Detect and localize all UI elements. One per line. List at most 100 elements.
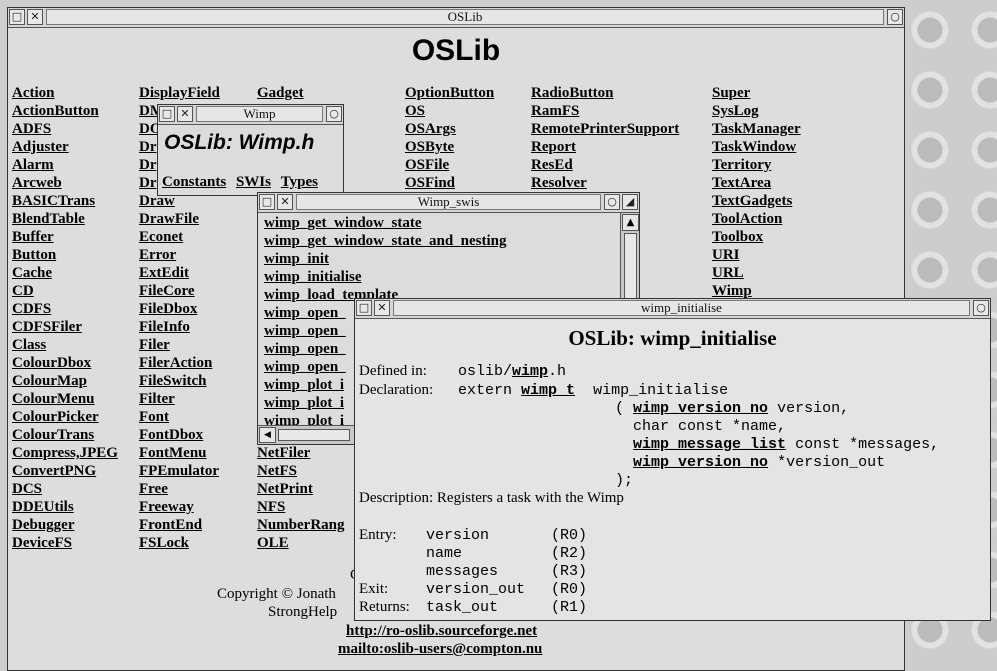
index-link[interactable]: NFS [257,499,285,515]
index-link[interactable]: OSFind [405,175,455,191]
index-link[interactable]: ConvertPNG [12,463,96,479]
index-link[interactable]: Alarm [12,157,54,173]
index-link[interactable]: DDEUtils [12,499,74,515]
index-link[interactable]: OSByte [405,139,454,155]
back-icon[interactable]: □ [159,106,175,122]
index-link[interactable]: OSArgs [405,121,456,137]
wimp-swis-titlebar[interactable]: □ ✕ Wimp_swis ○ ◢ [258,193,639,213]
oslib-titlebar[interactable]: □ ✕ OSLib ○ [8,8,904,28]
index-link[interactable]: wimp_open_ [264,323,346,339]
index-link[interactable]: FileInfo [139,319,190,335]
index-link[interactable]: BlendTable [12,211,85,227]
index-link[interactable]: ToolAction [712,211,782,227]
index-link[interactable]: TextGadgets [712,193,792,209]
wimp-initialise-titlebar[interactable]: □ ✕ wimp_initialise ○ [355,299,990,319]
index-link[interactable]: URI [712,247,740,263]
index-link[interactable]: Freeway [139,499,194,515]
index-link[interactable]: Dr [139,139,157,155]
index-link[interactable]: CDFS [12,301,51,317]
index-link[interactable]: OLE [257,535,289,551]
index-link[interactable]: FSLock [139,535,189,551]
index-link[interactable]: Filer [139,337,170,353]
index-link[interactable]: DeviceFS [12,535,72,551]
index-link[interactable]: NetFS [257,463,297,479]
toggle-size-icon[interactable]: ○ [604,194,620,210]
index-link[interactable]: TextArea [712,175,771,191]
index-link[interactable]: ActionButton [12,103,99,119]
index-link[interactable]: wimp_open_ [264,359,346,375]
index-link[interactable]: FrontEnd [139,517,202,533]
index-link[interactable]: ColourPicker [12,409,99,425]
index-link[interactable]: BASICTrans [12,193,95,209]
index-link[interactable]: OS [405,103,425,119]
index-link[interactable]: Filter [139,391,175,407]
index-link[interactable]: OptionButton [405,85,494,101]
index-link[interactable]: wimp_plot_i [264,395,344,411]
index-link[interactable]: ColourMap [12,373,87,389]
scroll-left-icon[interactable]: ◀ [259,427,276,443]
index-link[interactable]: Free [139,481,168,497]
index-link[interactable]: wimp_initialise [264,269,362,285]
index-link[interactable]: Wimp [712,283,752,299]
constants-link[interactable]: Constants [162,174,226,190]
wimp-message-list-link[interactable]: wimp_message_list [633,436,786,453]
index-link[interactable]: URL [712,265,744,281]
index-link[interactable]: TaskManager [712,121,801,137]
back-icon[interactable]: □ [259,194,275,210]
index-link[interactable]: TaskWindow [712,139,796,155]
index-link[interactable]: Arcweb [12,175,62,191]
index-link[interactable]: NetFiler [257,445,310,461]
scroll-thumb[interactable] [624,233,637,305]
index-link[interactable]: Dr [139,175,157,191]
wimp-version-no-link-2[interactable]: wimp_version_no [633,454,768,471]
index-link[interactable]: Dr [139,157,157,173]
index-link[interactable]: FontDbox [139,427,203,443]
index-link[interactable]: wimp_open_ [264,341,346,357]
index-link[interactable]: wimp_plot_i [264,377,344,393]
swis-link[interactable]: SWIs [236,174,271,190]
index-link[interactable]: FilerAction [139,355,212,371]
index-link[interactable]: RemotePrinterSupport [531,121,679,137]
index-link[interactable]: FileSwitch [139,373,207,389]
index-link[interactable]: Action [12,85,55,101]
index-link[interactable]: Report [531,139,576,155]
index-link[interactable]: Super [712,85,750,101]
footer-link-sourceforge[interactable]: http://ro-oslib.sourceforge.net [346,623,537,640]
index-link[interactable]: Territory [712,157,771,173]
index-link[interactable]: Gadget [257,85,304,101]
close-icon[interactable]: ✕ [27,9,43,25]
index-link[interactable]: DisplayField [139,85,220,101]
wimp-version-no-link[interactable]: wimp_version_no [633,400,768,417]
back-icon[interactable]: □ [9,9,25,25]
index-link[interactable]: Econet [139,229,183,245]
index-link[interactable]: FileCore [139,283,195,299]
toggle-size-icon[interactable]: ○ [973,300,989,316]
index-link[interactable]: ColourDbox [12,355,91,371]
iconise-icon[interactable]: ◢ [622,194,638,210]
index-link[interactable]: Cache [12,265,52,281]
index-link[interactable]: DCS [12,481,42,497]
wimp-t-link[interactable]: wimp_t [521,382,575,399]
toggle-size-icon[interactable]: ○ [887,9,903,25]
index-link[interactable]: Debugger [12,517,75,533]
index-link[interactable]: RamFS [531,103,579,119]
index-link[interactable]: Button [12,247,56,263]
footer-link-mailto[interactable]: mailto:oslib-users@compton.nu [338,641,542,658]
index-link[interactable]: DrawFile [139,211,199,227]
scroll-up-icon[interactable]: ▲ [622,214,639,231]
wimp-header-link[interactable]: wimp [512,363,548,380]
index-link[interactable]: RadioButton [531,85,614,101]
index-link[interactable]: Class [12,337,46,353]
index-link[interactable]: FPEmulator [139,463,219,479]
close-icon[interactable]: ✕ [177,106,193,122]
index-link[interactable]: wimp_open_ [264,305,346,321]
index-link[interactable]: ColourTrans [12,427,94,443]
index-link[interactable]: NetPrint [257,481,313,497]
index-link[interactable]: FileDbox [139,301,197,317]
index-link[interactable]: ResEd [531,157,573,173]
index-link[interactable]: Compress,JPEG [12,445,118,461]
toggle-size-icon[interactable]: ○ [326,106,342,122]
index-link[interactable]: Resolver [531,175,587,191]
index-link[interactable]: Adjuster [12,139,69,155]
index-link[interactable]: wimp_get_window_state_and_nesting [264,233,507,249]
